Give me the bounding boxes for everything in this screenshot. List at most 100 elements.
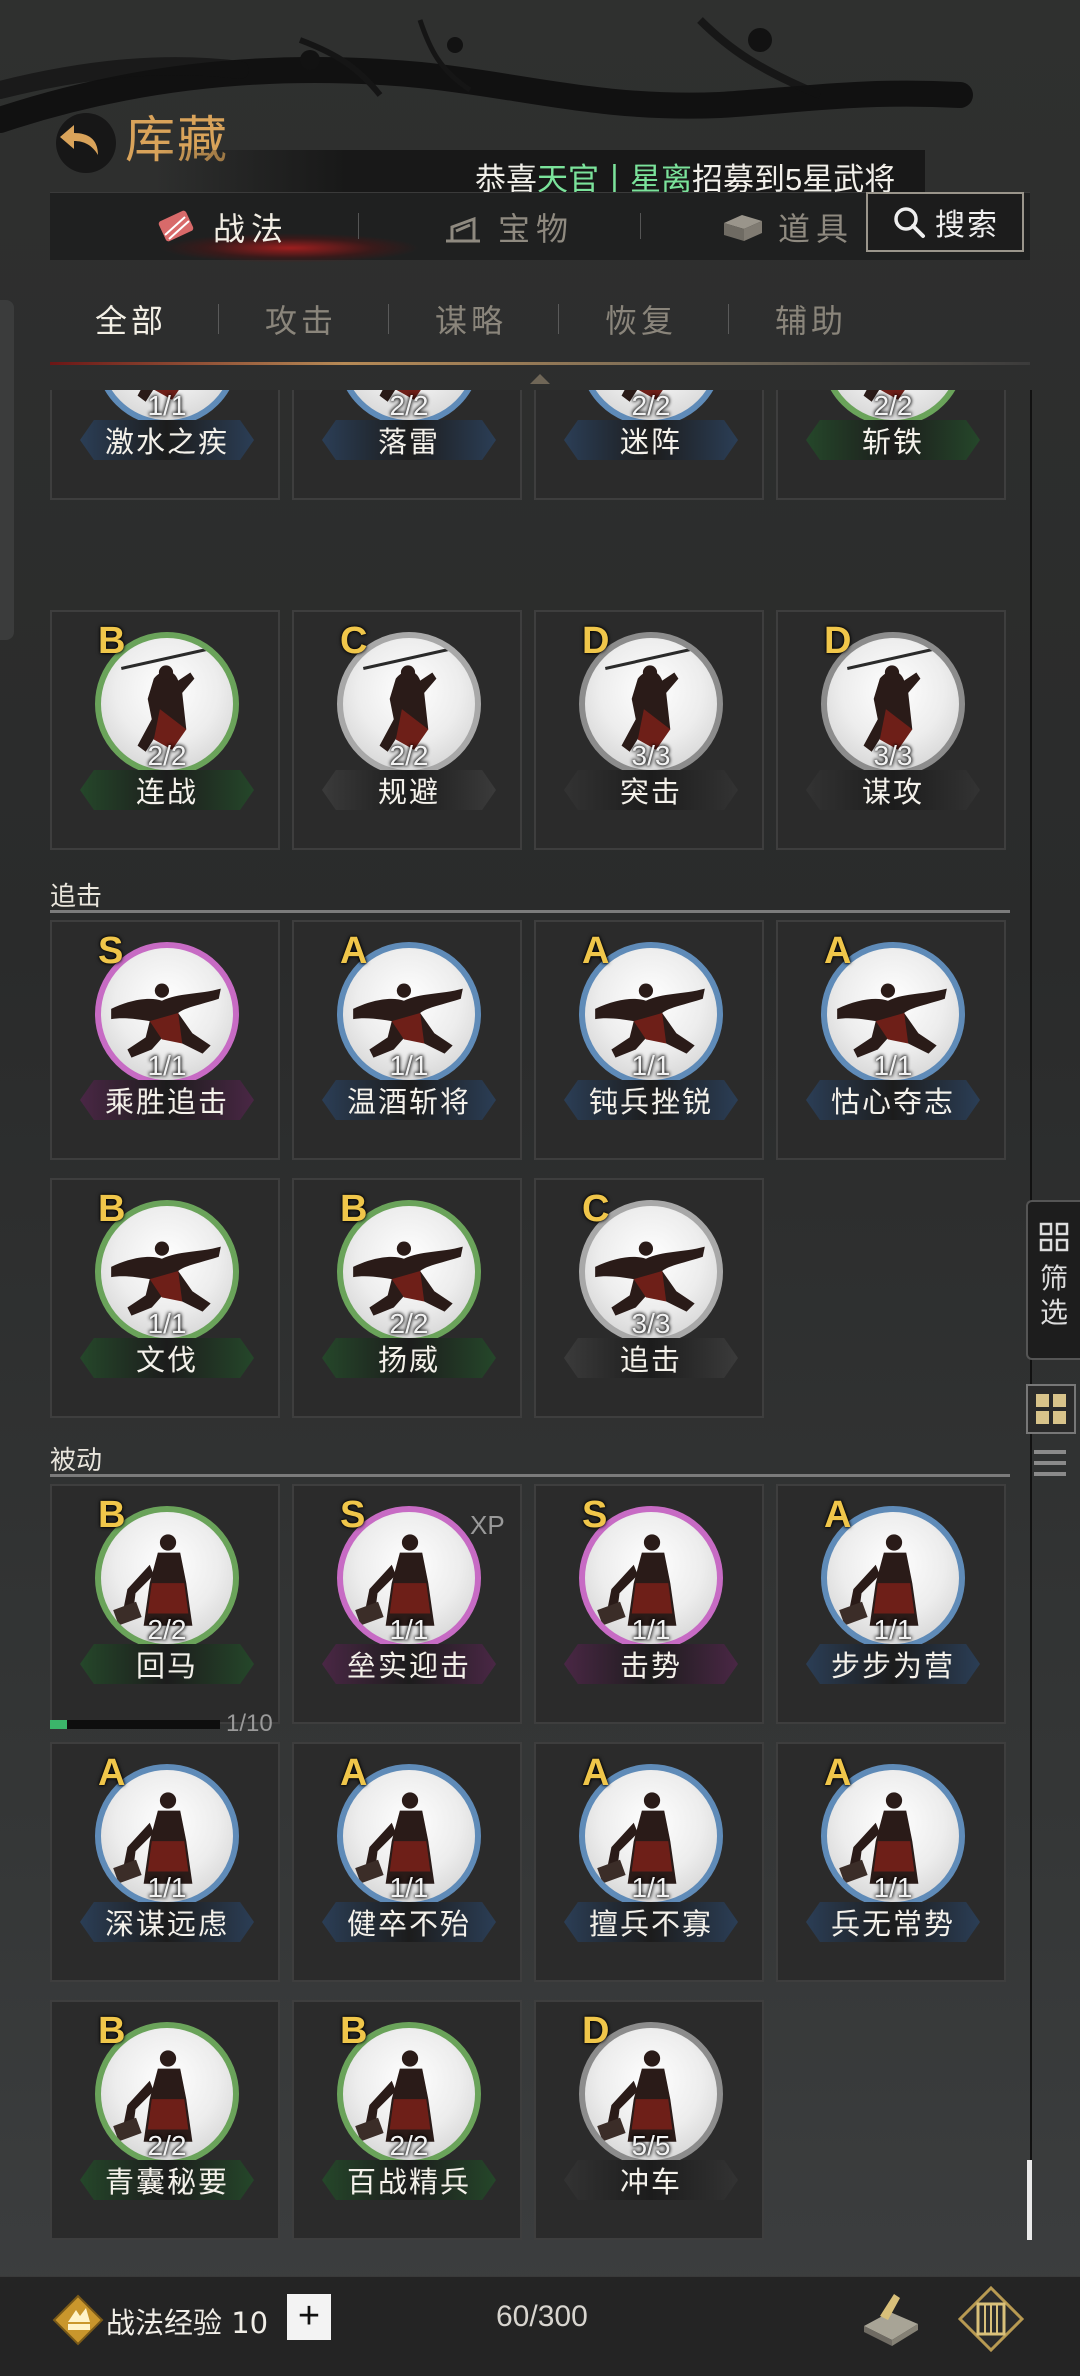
tactic-card[interactable]: B 2/2 连战 [50,610,280,850]
subtab-all[interactable]: 全部 [95,296,167,342]
subtab-recovery[interactable]: 恢复 [605,296,677,342]
search-icon [894,207,925,238]
treasure-icon [446,216,480,243]
tactics-exp-label: 战法经验 10 [106,2300,268,2342]
tactic-count: 2/2 [389,2130,429,2161]
tactic-name: 百战精兵 [322,2160,496,2200]
tab-items-label: 道具 [778,210,855,248]
tactic-card[interactable]: S XP 1/1 垒实迎击 [292,1484,522,1724]
left-edge-handle[interactable] [0,300,14,640]
announcement-marquee: 恭喜天官丨星离招募到5星武将 [155,150,925,192]
tactic-count: 5/5 [631,2130,671,2161]
list-view-icon[interactable] [1030,1444,1070,1484]
grade-badge: S [340,1494,366,1536]
tactic-name: 怙心夺志 [806,1080,980,1120]
tab-items[interactable]: 道具 [720,193,854,261]
tactic-name: 突击 [564,770,738,810]
search-label: 搜索 [935,208,999,243]
tactic-name: 垒实迎击 [322,1644,496,1684]
search-button[interactable]: 搜索 [866,192,1024,252]
grade-badge: C [340,620,368,662]
tactic-count: 2/2 [631,390,671,421]
grade-badge: A [582,930,610,972]
tactic-name: 击势 [564,1644,738,1684]
tactic-count: 2/2 [389,740,429,771]
subtab-strategy[interactable]: 谋略 [435,296,507,342]
tactic-card[interactable]: A 1/1 深谋远虑 [50,1742,280,1982]
tactic-name: 擅兵不寡 [564,1902,738,1942]
exp-text: 战法经验 [106,2306,223,2340]
tactic-name: 文伐 [80,1338,254,1378]
tactic-card[interactable]: A 1/1 擅兵不寡 [534,1742,764,1982]
tactic-card[interactable]: C 3/3 追击 [534,1178,764,1418]
section-divider [50,1474,1010,1477]
tactics-book-icon[interactable] [858,2286,924,2352]
tactic-card[interactable]: A 1/1 怙心夺志 [776,920,1006,1160]
tactic-card[interactable]: B 2/2 扬威 [292,1178,522,1418]
sub-tab-bar: 全部 攻击 谋略 恢复 辅助 [50,282,1030,362]
progress-label: 1/10 [226,1710,273,1737]
subtab-support[interactable]: 辅助 [775,296,847,342]
tactic-card[interactable]: D 3/3 谋攻 [776,610,1006,850]
tactic-count: 1/1 [873,1050,913,1081]
tactic-count: 1/1 [389,1050,429,1081]
tactic-card[interactable]: B 2/2 回马 [50,1484,280,1724]
tactic-name: 钝兵挫锐 [564,1080,738,1120]
subtab-divider [218,304,219,334]
tab-treasures-label: 宝物 [498,210,575,248]
tactic-count: 1/1 [147,390,187,421]
tab-tactics[interactable]: 战法 [155,193,289,261]
tactic-card[interactable]: S 1/1 击势 [534,1484,764,1724]
tactic-card[interactable]: B 1/1 文伐 [50,1178,280,1418]
tactic-card[interactable]: A 1/1 健卒不殆 [292,1742,522,1982]
tactic-card[interactable]: C 2/2 规避 [292,610,522,850]
back-arrow-icon[interactable] [50,105,122,177]
caret-up-icon [530,374,550,384]
tab-treasures[interactable]: 宝物 [440,193,574,261]
tactic-card[interactable]: A2/2迷阵 [534,390,764,500]
tab-divider [358,213,359,239]
grade-badge: B [98,2010,126,2052]
subtab-attack[interactable]: 攻击 [265,296,337,342]
tactic-card[interactable]: B 2/2 百战精兵 [292,2000,522,2240]
tactics-list[interactable]: A1/1激水之疾A2/2落雷A2/2迷阵B2/2斩铁B2/2连战C2/2规避D3… [50,390,1010,2240]
tactic-name: 温酒斩将 [322,1080,496,1120]
scroll-decompose-icon[interactable] [958,2286,1024,2352]
subtab-divider [728,304,729,334]
scroll-thumb[interactable] [1027,2160,1032,2240]
grid-view-icon [1036,1394,1066,1424]
tactic-card[interactable]: A2/2落雷 [292,390,522,500]
tactics-exp-icon [52,2294,104,2346]
subtab-underline [50,362,1030,365]
tactic-name: 步步为营 [806,1644,980,1684]
tactic-name: 兵无常势 [806,1902,980,1942]
xp-tag: XP [470,1510,505,1540]
add-exp-button[interactable]: + [287,2294,331,2340]
grade-badge: A [340,1752,368,1794]
tactic-card[interactable]: B2/2斩铁 [776,390,1006,500]
tactic-card[interactable]: A1/1激水之疾 [50,390,280,500]
grade-badge: A [340,930,368,972]
tactic-card[interactable]: A 1/1 步步为营 [776,1484,1006,1724]
tactic-name: 青囊秘要 [80,2160,254,2200]
tactic-card[interactable]: D 5/5 冲车 [534,2000,764,2240]
grade-badge: A [582,1752,610,1794]
progress-fill [50,1720,67,1729]
grid-view-button[interactable] [1026,1384,1076,1434]
tactic-card[interactable]: A 1/1 温酒斩将 [292,920,522,1160]
filter-button[interactable]: 筛选 [1026,1200,1080,1360]
tactic-name: 深谋远虑 [80,1902,254,1942]
tactic-card[interactable]: B 2/2 青囊秘要 [50,2000,280,2240]
tactic-count: 1/1 [873,1614,913,1645]
tactic-name: 追击 [564,1338,738,1378]
tactic-card[interactable]: S 1/1 乘胜追击 [50,920,280,1160]
tactic-count: 2/2 [147,740,187,771]
grade-badge: A [824,1494,852,1536]
tactic-card[interactable]: D 3/3 突击 [534,610,764,850]
tactic-name: 冲车 [564,2160,738,2200]
tactic-card[interactable]: A 1/1 钝兵挫锐 [534,920,764,1160]
tactic-count: 3/3 [873,740,913,771]
tactic-card[interactable]: A 1/1 兵无常势 [776,1742,1006,1982]
tactic-name: 乘胜追击 [80,1080,254,1120]
tactic-count: 1/1 [147,1308,187,1339]
